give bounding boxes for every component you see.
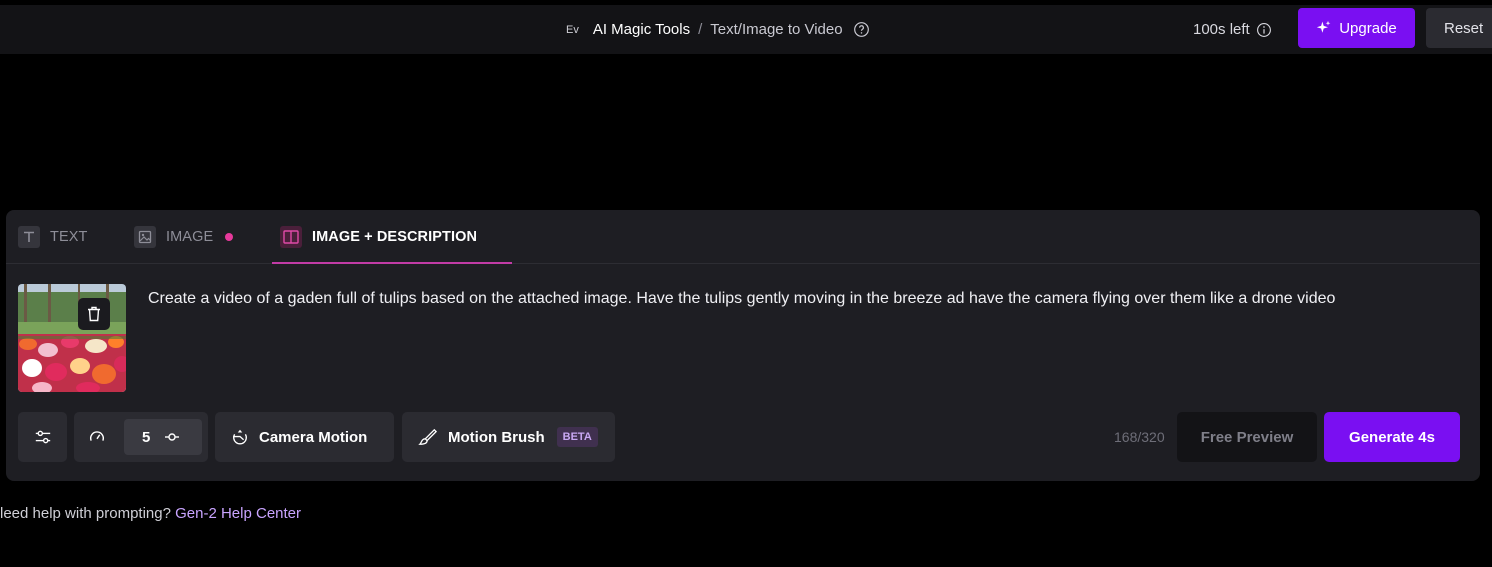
workspace-badge[interactable]: Ev <box>566 24 579 36</box>
credits-remaining: 100s left <box>1193 5 1272 54</box>
active-tab-underline <box>272 262 512 264</box>
delete-image-button[interactable] <box>78 298 110 330</box>
help-center-link[interactable]: Gen-2 Help Center <box>175 505 301 522</box>
beta-badge: BETA <box>556 427 598 447</box>
camera-motion-button[interactable]: Camera Motion <box>215 412 394 462</box>
settings-button[interactable] <box>18 412 67 462</box>
trash-icon <box>88 306 100 322</box>
motion-brush-label: Motion Brush <box>448 428 545 446</box>
slider-handle-icon <box>165 433 180 441</box>
speed-control[interactable]: 5 <box>74 412 208 462</box>
tab-text-label: TEXT <box>50 229 88 245</box>
camera-motion-icon <box>233 429 247 445</box>
camera-motion-label: Camera Motion <box>259 428 368 446</box>
breadcrumb-root[interactable]: AI Magic Tools <box>593 21 690 38</box>
motion-brush-button[interactable]: Motion Brush BETA <box>402 412 615 462</box>
speed-value-field[interactable]: 5 <box>124 419 202 455</box>
tab-image-label: IMAGE <box>166 229 214 245</box>
gauge-icon <box>89 431 105 441</box>
text-icon <box>18 226 40 248</box>
upgrade-button[interactable]: Upgrade <box>1298 8 1415 48</box>
prompt-textarea[interactable]: Create a video of a gaden full of tulips… <box>148 288 1448 310</box>
tab-image[interactable]: IMAGE <box>134 210 234 264</box>
breadcrumb-current: Text/Image to Video <box>710 21 843 38</box>
info-icon[interactable] <box>1256 22 1272 38</box>
split-layout-icon <box>280 226 302 248</box>
upgrade-label: Upgrade <box>1339 19 1397 37</box>
prompt-panel: TEXT IMAGE IMAGE + DESCRIPTION Create a … <box>6 210 1480 481</box>
character-count: 168/320 <box>1114 429 1165 445</box>
generate-button[interactable]: Generate 4s <box>1324 412 1460 462</box>
tab-image-description-label: IMAGE + DESCRIPTION <box>312 229 478 245</box>
reset-button[interactable]: Reset <box>1426 8 1492 48</box>
tab-image-description[interactable]: IMAGE + DESCRIPTION <box>280 210 477 264</box>
sliders-icon <box>35 430 50 444</box>
help-text: leed help with prompting? <box>0 505 176 522</box>
free-preview-button[interactable]: Free Preview <box>1177 412 1317 462</box>
help-circle-icon[interactable] <box>853 21 870 38</box>
tab-text[interactable]: TEXT <box>18 210 87 264</box>
brush-icon <box>418 428 438 445</box>
top-bar: Ev AI Magic Tools / Text/Image to Video … <box>0 5 1492 54</box>
breadcrumb: Ev AI Magic Tools / Text/Image to Video <box>566 5 870 54</box>
image-icon <box>134 226 156 248</box>
reset-label: Reset <box>1444 19 1484 37</box>
help-prompting-text: leed help with prompting? Gen-2 Help Cen… <box>0 505 301 522</box>
mode-tabs: TEXT IMAGE IMAGE + DESCRIPTION <box>6 210 1480 264</box>
sparkle-icon <box>1317 20 1331 33</box>
uploaded-image-thumbnail[interactable] <box>18 284 126 392</box>
status-dot <box>225 233 234 241</box>
speed-value: 5 <box>142 428 151 446</box>
breadcrumb-separator: / <box>698 21 703 38</box>
credits-label: 100s left <box>1193 21 1250 38</box>
